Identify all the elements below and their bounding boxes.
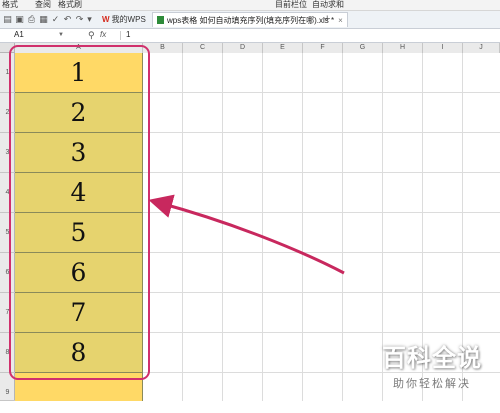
- watermark-title: 百科全说: [382, 345, 482, 372]
- watermark-logo: 百科全说 助你轻松解决: [372, 338, 492, 394]
- watermark-subtitle: 助你轻松解决: [393, 378, 471, 390]
